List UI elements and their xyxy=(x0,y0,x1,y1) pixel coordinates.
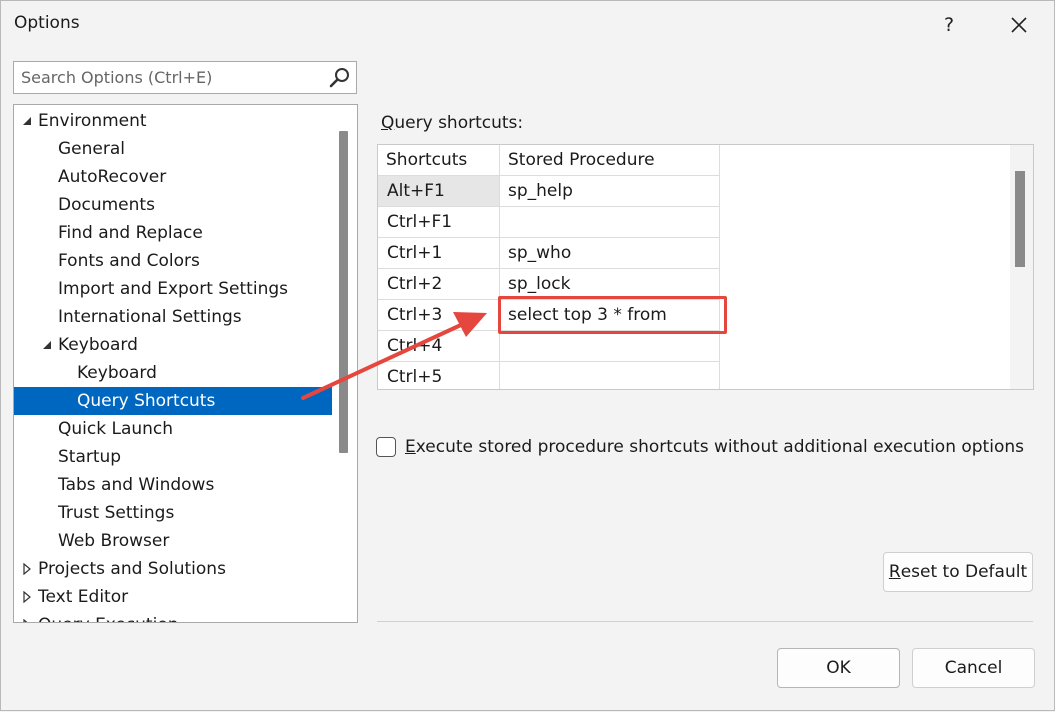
tree-item[interactable]: Import and Export Settings xyxy=(14,275,332,303)
expanded-arrow-icon[interactable] xyxy=(20,107,34,135)
tree-item-label: General xyxy=(58,139,125,159)
shortcut-cell[interactable]: Ctrl+1 xyxy=(378,238,500,269)
collapsed-arrow-icon[interactable] xyxy=(20,611,34,622)
execute-without-options-checkbox[interactable] xyxy=(376,437,396,457)
tree-item-label: Import and Export Settings xyxy=(58,279,288,299)
shortcut-cell[interactable]: Ctrl+F1 xyxy=(378,207,500,238)
tree-item-label: Find and Replace xyxy=(58,223,203,243)
tree-item[interactable]: Find and Replace xyxy=(14,219,332,247)
tree-item[interactable]: Query Shortcuts xyxy=(14,387,332,415)
tree-item[interactable]: Tabs and Windows xyxy=(14,471,332,499)
search-input[interactable] xyxy=(14,62,324,93)
expanded-arrow-icon[interactable] xyxy=(40,331,54,359)
tree-item[interactable]: Projects and Solutions xyxy=(14,555,332,583)
collapsed-arrow-icon[interactable] xyxy=(20,555,34,583)
shortcut-cell[interactable]: Ctrl+3 xyxy=(378,300,500,331)
stored-procedure-cell[interactable]: sp_who xyxy=(500,238,720,269)
ok-button[interactable]: OK xyxy=(777,648,900,688)
grid-scrollbar-thumb[interactable] xyxy=(1015,171,1025,267)
tree-item[interactable]: Text Editor xyxy=(14,583,332,611)
tree-item-label: Tabs and Windows xyxy=(58,475,215,495)
tree-item-label: Query Shortcuts xyxy=(77,391,216,411)
tree-item[interactable]: Keyboard xyxy=(14,331,332,359)
options-dialog: Options ? Environment General AutoRecover D… xyxy=(0,0,1055,711)
tree-item-label: Startup xyxy=(58,447,122,467)
button-separator xyxy=(377,621,1033,622)
tree-item-label: Fonts and Colors xyxy=(58,251,200,271)
shortcut-cell[interactable]: Ctrl+5 xyxy=(378,362,500,389)
shortcut-cell[interactable]: Alt+F1 xyxy=(378,176,500,207)
tree-item-label: Text Editor xyxy=(38,587,129,607)
tree-item-label: Environment xyxy=(38,111,147,131)
close-button[interactable] xyxy=(999,9,1039,41)
stored-procedure-cell[interactable] xyxy=(500,331,720,362)
tree-item[interactable]: General xyxy=(14,135,332,163)
title-bar: Options ? xyxy=(1,1,1054,49)
tree-item[interactable]: Keyboard xyxy=(14,359,332,387)
tree-item-label: AutoRecover xyxy=(58,167,167,187)
tree-item[interactable]: Query Execution xyxy=(14,611,332,622)
tree-item[interactable]: Documents xyxy=(14,191,332,219)
tree-item[interactable]: Web Browser xyxy=(14,527,332,555)
tree-item[interactable]: Startup xyxy=(14,443,332,471)
tree-item[interactable]: Environment xyxy=(14,107,332,135)
tree-item-label: Keyboard xyxy=(77,363,157,383)
stored-procedure-cell[interactable] xyxy=(500,207,720,238)
tree-item[interactable]: International Settings xyxy=(14,303,332,331)
options-tree[interactable]: Environment General AutoRecover Documents Fi… xyxy=(13,104,358,623)
shortcut-cell[interactable]: Ctrl+4 xyxy=(378,331,500,362)
help-button[interactable]: ? xyxy=(929,9,969,41)
shortcut-cell[interactable]: Ctrl+2 xyxy=(378,269,500,300)
execute-option-row[interactable]: Execute stored procedure shortcuts witho… xyxy=(376,435,1024,459)
tree-scrollbar[interactable] xyxy=(339,131,348,453)
collapsed-arrow-icon[interactable] xyxy=(20,583,34,611)
highlight-box xyxy=(498,296,727,334)
tree-item[interactable]: Fonts and Colors xyxy=(14,247,332,275)
search-box[interactable] xyxy=(13,61,357,94)
search-icon[interactable] xyxy=(328,66,352,90)
stored-procedure-cell[interactable]: sp_help xyxy=(500,176,720,207)
tree-item-label: Documents xyxy=(58,195,155,215)
tree-item-label: Quick Launch xyxy=(58,419,174,439)
cancel-button[interactable]: Cancel xyxy=(912,648,1035,688)
reset-to-default-button[interactable]: Reset to Default xyxy=(883,552,1033,592)
tree-item-label: Query Execution xyxy=(38,611,179,622)
execute-without-options-label[interactable]: Execute stored procedure shortcuts witho… xyxy=(405,437,1024,457)
tree-item-label: Trust Settings xyxy=(58,503,175,523)
tree-item[interactable]: Quick Launch xyxy=(14,415,332,443)
grid-column-header[interactable]: Shortcuts xyxy=(378,145,500,176)
dialog-title: Options xyxy=(14,13,80,33)
query-shortcuts-grid[interactable]: Shortcuts Stored Procedure Alt+F1 sp_help Ct… xyxy=(377,144,1034,390)
close-icon xyxy=(1011,17,1027,33)
tree-item-label: International Settings xyxy=(58,307,242,327)
tree-item-label: Web Browser xyxy=(58,531,170,551)
stored-procedure-cell[interactable] xyxy=(500,362,720,389)
tree-item-label: Keyboard xyxy=(58,335,138,355)
grid-empty-area xyxy=(720,145,1015,389)
tree-item-label: Projects and Solutions xyxy=(38,559,226,579)
tree-item[interactable]: Trust Settings xyxy=(14,499,332,527)
tree-item[interactable]: AutoRecover xyxy=(14,163,332,191)
grid-column-header[interactable]: Stored Procedure xyxy=(500,145,720,176)
query-shortcuts-label: Query shortcuts: xyxy=(381,113,524,133)
